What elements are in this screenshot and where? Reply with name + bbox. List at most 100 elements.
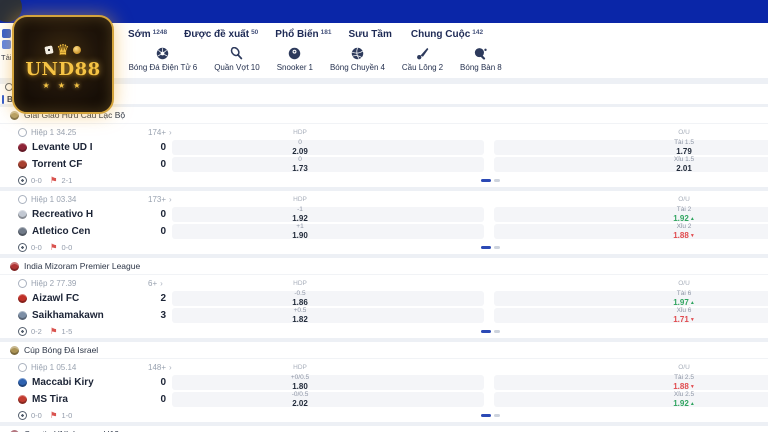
team-score: 0 [160, 226, 166, 237]
hdp-line-label: +0.5 [293, 306, 307, 314]
tab-duoc-de-xuat[interactable]: Được đề xuất 50 [184, 29, 258, 40]
tab-suu-tam[interactable]: Sưu Tầm [349, 29, 394, 40]
brand-logo: ♛ UND88 ★ ★ ★ [12, 15, 114, 114]
tab-pho-bien[interactable]: Phổ Biến 181 [275, 29, 331, 40]
ou-odds-value: 2.01 [676, 163, 692, 173]
match-meta-row: Hiệp 1 05.14 148+ HDP O/U [0, 361, 768, 374]
ou-line-label: Xỉu 6 [676, 306, 692, 314]
hdp-odds-value: 2.02 [292, 398, 308, 408]
halftime-score: 0-2 [31, 326, 42, 336]
team-score: 0 [160, 159, 166, 170]
hdp-odds-value: 1.92 [292, 213, 308, 223]
team-name: MS Tira [32, 394, 68, 405]
ou-line-label: Tài 2 [676, 205, 692, 213]
crown-icon: ♛ [56, 41, 70, 59]
league-block: Cúp Bóng Đá Israel Hiệp 1 05.14 148+ HDP O/U… [0, 342, 768, 422]
ou-line-label: Xỉu 2 [676, 222, 692, 230]
ou-line-label: Tài 6 [676, 289, 692, 297]
sport-tennis[interactable]: Quần Vợt 10 [214, 47, 260, 72]
odds-pager-indicator [481, 414, 500, 417]
hdp-line-label: -0/0.5 [291, 390, 309, 398]
ou-odds-cell[interactable]: Xỉu 2 1.88 [494, 222, 768, 240]
ball-icon [18, 175, 27, 185]
ou-odds-cell[interactable]: Tài 1.5 1.79 [494, 139, 768, 155]
team-score: 0 [160, 142, 166, 153]
team-name: Levante UD I [32, 142, 93, 153]
hdp-odds-cell[interactable]: +0/0.5 1.80 [172, 374, 484, 391]
hdp-line-label: +1 [296, 222, 304, 230]
pager-dash [494, 414, 500, 417]
table-toolbar [0, 84, 768, 104]
odds-pager-indicator [481, 246, 500, 249]
ou-odds-value: 1.88 [673, 231, 695, 240]
tab-chung-cuoc[interactable]: Chung Cuộc 142 [411, 29, 483, 40]
team-row: Recreativo H 0 -1 1.92 Tài 2 1.92 [0, 206, 768, 223]
league-name: India Mizoram Premier League [24, 261, 141, 271]
pager-dash [494, 330, 500, 333]
match-stats-row: 0-0 2-1 [0, 173, 768, 187]
tennis-racket-icon [231, 47, 243, 60]
ou-odds-cell[interactable]: Tài 6 1.97 [494, 289, 768, 306]
more-markets-link[interactable]: 174+ [148, 128, 172, 137]
team-name: Maccabi Kiry [32, 377, 94, 388]
hdp-line-label: -1 [297, 205, 303, 213]
ball-icon [18, 326, 27, 336]
clock-icon [18, 279, 27, 288]
hdp-line-label: 0 [298, 155, 302, 163]
brand-stars: ★ ★ ★ [42, 81, 84, 90]
ou-odds-cell[interactable]: Xỉu 6 1.71 [494, 306, 768, 324]
corners-count: 0-0 [61, 242, 73, 252]
team-row: Torrent CF 0 0 1.73 Xỉu 1.5 2.01 [0, 156, 768, 173]
hdp-odds-cell[interactable]: 0 2.09 [172, 139, 484, 155]
sport-volleyball[interactable]: Bóng Chuyền 4 [330, 47, 385, 72]
top-navy-bar [0, 0, 768, 24]
sport-snooker[interactable]: Snooker 1 [277, 47, 313, 72]
hdp-odds-value: 1.80 [292, 381, 308, 391]
hdp-odds-cell[interactable]: -0/0.5 2.02 [172, 390, 484, 408]
match-block: Hiệp 1 03.34173+HDPO/URecreativo H0-11.9… [0, 191, 768, 254]
more-markets-link[interactable]: 148+ [148, 363, 172, 372]
sport-tabletennis[interactable]: Bóng Bàn 8 [460, 47, 502, 72]
ou-odds-cell[interactable]: Tài 2.5 1.88 [494, 374, 768, 390]
sport-count: 4 [380, 63, 385, 72]
ou-odds-cell[interactable]: Xỉu 2.5 1.92 [494, 391, 768, 407]
hdp-odds-cell[interactable]: -1 1.92 [172, 205, 484, 223]
sport-efootball[interactable]: Bóng Đá Điện Tử 6 [129, 47, 198, 72]
team-row: Saikhamakawn 3 +0.5 1.82 Xỉu 6 1.71 [0, 307, 768, 324]
more-markets-link[interactable]: 6+ [148, 279, 163, 288]
ou-odds-cell[interactable]: Tài 2 1.92 [494, 205, 768, 222]
tab-count: 142 [472, 29, 484, 36]
match-period-time: Hiệp 1 03.34 [31, 195, 77, 204]
hdp-odds-cell[interactable]: -0.5 1.86 [172, 290, 484, 307]
tab-som[interactable]: Sớm 1248 [128, 29, 167, 40]
pager-dash-active [481, 179, 491, 182]
pager-dash-active [481, 414, 491, 417]
hdp-odds-cell[interactable]: +0.5 1.82 [172, 306, 484, 324]
team-score: 0 [160, 377, 166, 388]
hdp-odds-value: 1.82 [292, 314, 308, 324]
hdp-odds-cell[interactable]: 0 1.73 [172, 155, 484, 172]
clock-icon [18, 195, 27, 204]
betting-app-screen: Sớm 1248 Được đề xuất 50 Phổ Biến 181 Sưu T… [0, 0, 768, 432]
corner-flag-icon [50, 411, 58, 420]
sport-count: 6 [192, 63, 198, 72]
snooker-ball-icon [289, 47, 301, 60]
match-meta-row: Hiệp 1 03.34 173+ HDP O/U [0, 193, 768, 206]
efootball-icon [157, 47, 169, 60]
team-name: Atletico Cen [32, 226, 91, 237]
ou-odds-cell[interactable]: Xỉu 1.5 2.01 [494, 156, 768, 173]
league-block: Croatia HNL League U19 [0, 426, 768, 432]
sport-badminton[interactable]: Cầu Lông 2 [402, 47, 443, 72]
ou-odds-value: 1.71 [673, 315, 695, 324]
tab-label: Sưu Tầm [348, 29, 392, 40]
league-icon [10, 345, 19, 355]
more-markets-link[interactable]: 173+ [148, 195, 172, 204]
hdp-odds-value: 1.86 [292, 297, 308, 307]
odds-pager-indicator [481, 179, 500, 182]
hdp-odds-cell[interactable]: +1 1.90 [172, 222, 484, 239]
clock-icon [18, 363, 27, 372]
tab-label: Được đề xuất [184, 29, 250, 40]
match-time-group: Hiệp 1 34.25 [18, 128, 76, 137]
corner-flag-icon [50, 327, 58, 336]
league-name: Cúp Bóng Đá Israel [24, 345, 99, 355]
